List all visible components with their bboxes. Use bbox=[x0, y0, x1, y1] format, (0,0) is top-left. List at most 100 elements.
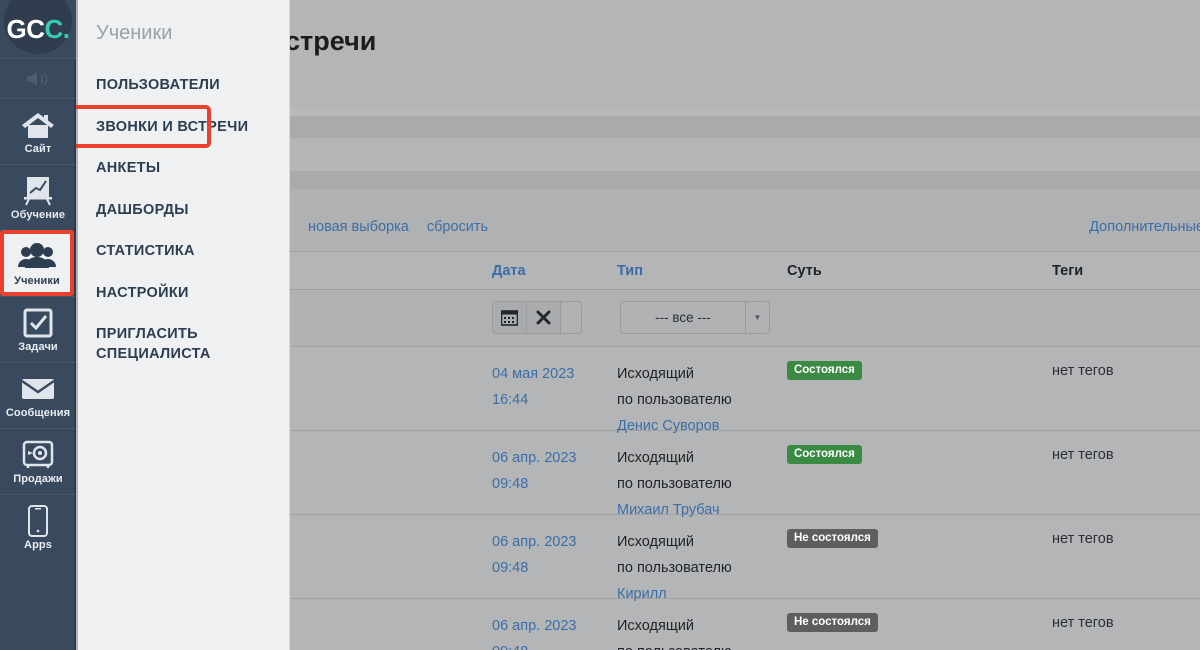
row-type-subtitle: по пользователю bbox=[617, 476, 732, 492]
phone-icon bbox=[27, 504, 49, 538]
row-date[interactable]: 06 апр. 2023 09:48 bbox=[492, 613, 576, 650]
rail-item-training[interactable]: Обучение bbox=[0, 164, 76, 230]
flyout-item-dashboards[interactable]: ДАШБОРДЫ bbox=[78, 190, 289, 232]
row-date-time: 16:44 bbox=[492, 392, 529, 408]
row-type-subtitle: по пользователю bbox=[617, 392, 732, 408]
status-badge: Не состоялся bbox=[787, 529, 878, 548]
column-header-essence[interactable]: Суть bbox=[787, 263, 822, 279]
flyout-item-calls-and-meetings[interactable]: ЗВОНКИ И ВСТРЕЧИ bbox=[78, 107, 289, 149]
flyout-menu-list: ПОЛЬЗОВАТЕЛИ ЗВОНКИ И ВСТРЕЧИ АНКЕТЫ ДАШ… bbox=[78, 65, 289, 376]
table-row[interactable]: нис Суворов 04 мая 2023 16:44 Исходящий … bbox=[290, 347, 1200, 434]
background-band bbox=[290, 171, 1200, 189]
page-title: стречи bbox=[290, 26, 377, 56]
rail-item-apps[interactable]: Apps bbox=[0, 494, 76, 560]
logo-text-accent: C. bbox=[44, 13, 70, 44]
speaker-mute-icon bbox=[25, 62, 51, 96]
row-tags: нет тегов bbox=[1052, 615, 1114, 631]
rail-item-label: Сайт bbox=[24, 143, 52, 155]
app-root: GCC. Сайт Обучение Ученики Задачи Сообще… bbox=[0, 0, 1200, 650]
calendar-icon[interactable] bbox=[492, 301, 526, 334]
safe-box-icon bbox=[22, 438, 54, 472]
main-content: стречи ▼ новая выборка сбросить Дополнит… bbox=[290, 0, 1200, 650]
gc-logo[interactable]: GCC. bbox=[0, 0, 76, 58]
row-date-time: 09:48 bbox=[492, 639, 576, 650]
rail-item-sales[interactable]: Продажи bbox=[0, 428, 76, 494]
reset-link[interactable]: сбросить bbox=[427, 219, 488, 235]
row-type-subtitle: по пользователю bbox=[617, 639, 732, 650]
status-badge: Состоялся bbox=[787, 445, 862, 464]
row-essence: Не состоялся bbox=[787, 613, 878, 632]
status-badge: Не состоялся bbox=[787, 613, 878, 632]
logo-text-primary: GC bbox=[6, 13, 45, 44]
additional-filters-link[interactable]: Дополнительные bbox=[1089, 219, 1200, 235]
table-row[interactable]: рилл 06 апр. 2023 09:48 Исходящий по пол… bbox=[290, 515, 1200, 602]
rail-item-label: Apps bbox=[24, 539, 52, 551]
envelope-icon bbox=[20, 372, 56, 406]
row-type-direction: Исходящий bbox=[617, 450, 694, 466]
flyout-item-users[interactable]: ПОЛЬЗОВАТЕЛИ bbox=[78, 65, 289, 107]
row-tags: нет тегов bbox=[1052, 363, 1114, 379]
table-header-row: емое имя Дата Тип Суть Теги bbox=[290, 251, 1200, 290]
row-essence: Не состоялся bbox=[787, 529, 878, 548]
home-icon bbox=[20, 108, 56, 142]
logo-text: GCC. bbox=[6, 14, 69, 45]
status-badge: Состоялся bbox=[787, 361, 862, 380]
column-header-tags[interactable]: Теги bbox=[1052, 263, 1083, 279]
row-type: Исходящий по пользователю Денис Суворов bbox=[617, 361, 732, 439]
close-x-icon[interactable] bbox=[526, 301, 560, 334]
row-date[interactable]: 06 апр. 2023 09:48 bbox=[492, 445, 576, 497]
row-date-day: 04 мая 2023 bbox=[492, 366, 575, 382]
rail-item-label: Сообщения bbox=[5, 407, 71, 419]
rail-item-label: Задачи bbox=[18, 341, 58, 353]
row-tags: нет тегов bbox=[1052, 447, 1114, 463]
rail-item-students[interactable]: Ученики bbox=[0, 230, 74, 296]
background-band bbox=[290, 116, 1200, 138]
background-band bbox=[290, 108, 1200, 116]
left-icon-rail: GCC. Сайт Обучение Ученики Задачи Сообще… bbox=[0, 0, 76, 650]
type-filter-value: --- все --- bbox=[655, 310, 711, 325]
row-type: Исходящий по пользователю Кирилл bbox=[617, 529, 732, 607]
type-filter-select[interactable]: --- все --- ▼ bbox=[620, 301, 770, 334]
new-selection-link[interactable]: новая выборка bbox=[308, 219, 409, 235]
column-header-type[interactable]: Тип bbox=[617, 263, 643, 279]
row-type-direction: Исходящий bbox=[617, 366, 694, 382]
row-date-day: 06 апр. 2023 bbox=[492, 534, 577, 550]
row-date-day: 06 апр. 2023 bbox=[492, 618, 577, 634]
table-row[interactable]: хаил Трубач 06 апр. 2023 09:48 Исходящий… bbox=[290, 431, 1200, 518]
row-date-time: 09:48 bbox=[492, 476, 529, 492]
students-flyout-menu: Ученики ПОЛЬЗОВАТЕЛИ ЗВОНКИ И ВСТРЕЧИ АН… bbox=[78, 0, 290, 650]
row-type-direction: Исходящий bbox=[617, 534, 694, 550]
rail-item-announcements[interactable] bbox=[0, 58, 76, 98]
row-date[interactable]: 04 мая 2023 16:44 bbox=[492, 361, 574, 413]
table-body: нис Суворов 04 мая 2023 16:44 Исходящий … bbox=[290, 347, 1200, 650]
date-filter-spacer bbox=[560, 301, 582, 334]
row-type-subtitle: по пользователю bbox=[617, 560, 732, 576]
background-band bbox=[290, 138, 1200, 171]
row-date-day: 06 апр. 2023 bbox=[492, 450, 577, 466]
chevron-down-icon: ▼ bbox=[745, 302, 769, 333]
flyout-title: Ученики bbox=[96, 22, 173, 44]
row-type-direction: Исходящий bbox=[617, 618, 694, 634]
filter-toolbar: ▼ новая выборка сбросить Дополнительные bbox=[290, 203, 1200, 251]
table-row[interactable]: льзователь 06 апр. 2023 09:48 Исходящий … bbox=[290, 599, 1200, 650]
flyout-item-forms[interactable]: АНКЕТЫ bbox=[78, 148, 289, 190]
flyout-item-settings[interactable]: НАСТРОЙКИ bbox=[78, 273, 289, 315]
date-filter-group bbox=[492, 301, 582, 334]
row-date[interactable]: 06 апр. 2023 09:48 bbox=[492, 529, 576, 581]
row-date-time: 09:48 bbox=[492, 560, 529, 576]
rail-item-label: Обучение bbox=[10, 209, 66, 221]
flyout-item-statistics[interactable]: СТАТИСТИКА bbox=[78, 231, 289, 273]
column-header-date[interactable]: Дата bbox=[492, 263, 526, 279]
rail-item-messages[interactable]: Сообщения bbox=[0, 362, 76, 428]
rail-item-label: Продажи bbox=[13, 473, 63, 485]
row-tags: нет тегов bbox=[1052, 531, 1114, 547]
rail-item-site[interactable]: Сайт bbox=[0, 98, 76, 164]
table-filter-row: --- все --- ▼ bbox=[290, 291, 1200, 347]
row-type: Исходящий по пользователю Михаил Трубач bbox=[617, 445, 732, 523]
chart-board-icon bbox=[21, 174, 55, 208]
row-essence: Состоялся bbox=[787, 361, 862, 380]
rail-item-label: Ученики bbox=[14, 274, 60, 287]
flyout-item-invite-specialist[interactable]: ПРИГЛАСИТЬ СПЕЦИАЛИСТА bbox=[78, 314, 289, 375]
rail-item-tasks[interactable]: Задачи bbox=[0, 296, 76, 362]
background-band bbox=[290, 189, 1200, 203]
